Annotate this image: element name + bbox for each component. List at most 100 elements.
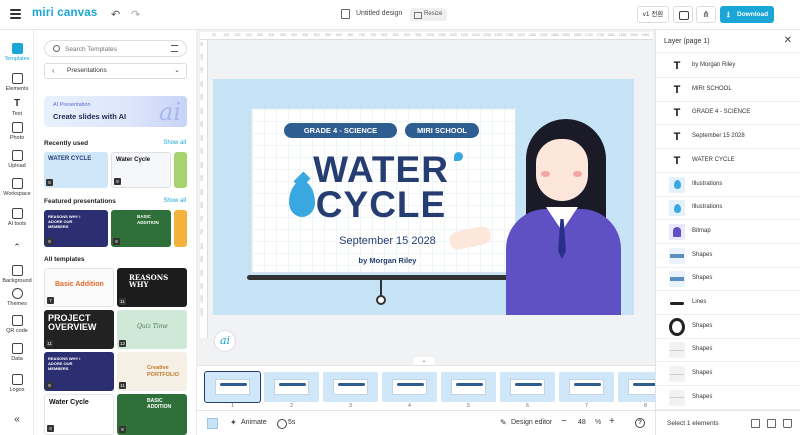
menu-icon[interactable] [10, 9, 21, 19]
search-box[interactable] [44, 40, 187, 57]
rail-item-themes[interactable]: Themes [0, 288, 34, 307]
trash-icon[interactable] [783, 419, 792, 428]
search-input[interactable] [65, 43, 165, 55]
page-number: 5 [467, 403, 470, 409]
shape-layer-icon [669, 366, 685, 383]
download-button[interactable]: Download [720, 6, 774, 23]
page-number: 6 [526, 403, 529, 409]
duplicate-icon[interactable] [767, 419, 776, 428]
template-thumb[interactable]: BASIC ADDITION 8 [111, 210, 171, 247]
layer-row[interactable]: Shapes [656, 338, 800, 363]
page-thumbnail[interactable] [382, 372, 437, 402]
template-thumb[interactable]: WATER CYCLE 8 [44, 152, 108, 188]
zoom-out-button[interactable]: − [561, 416, 567, 427]
layer-row[interactable]: Bitmap [656, 220, 800, 244]
rail-item-logos[interactable]: Logos [0, 374, 34, 393]
water-drop-illustration[interactable] [289, 181, 315, 217]
rail-item-elements[interactable]: Elements [0, 73, 34, 92]
layer-row[interactable]: Shapes [656, 315, 800, 339]
rail-item-photo[interactable]: Photo [0, 122, 34, 141]
ruler-tick-label: 1400 [517, 33, 525, 37]
ai-presentation-banner[interactable]: AI Presentation Create slides with AI ai [44, 96, 187, 127]
layer-row[interactable]: Lines [656, 291, 800, 315]
layer-row[interactable]: Illustrations [656, 173, 800, 197]
page-thumbnail[interactable] [500, 372, 555, 402]
template-thumb[interactable]: REASONS WHY 11 [117, 268, 187, 307]
version-switch-button[interactable]: v1 전환 [637, 6, 669, 23]
layer-row[interactable]: T September 15 2028 [656, 125, 800, 150]
filter-icon[interactable] [171, 45, 178, 52]
zoom-value[interactable]: 48 [578, 419, 586, 426]
selection-count: Select 1 elements [667, 420, 719, 427]
animate-button[interactable]: Animate [230, 418, 267, 427]
page-thumbnail[interactable] [264, 372, 319, 402]
undo-icon[interactable]: ↶ [111, 8, 120, 21]
design-editor-button[interactable]: Design editor [500, 418, 552, 427]
template-thumb[interactable]: REASONS WHY I ADORE OUR MEMBERS 8 [44, 352, 114, 391]
recent-show-all[interactable]: Show all [163, 140, 186, 146]
featured-show-all[interactable]: Show all [163, 198, 186, 204]
template-thumb[interactable]: Quiz Time 12 [117, 310, 187, 349]
document-title[interactable]: Untitled design [356, 10, 402, 17]
camera-icon[interactable] [673, 6, 693, 23]
layer-row[interactable]: Shapes [656, 386, 800, 410]
page-thumbnail[interactable] [204, 371, 261, 403]
template-thumb[interactable]: Water Cycle 8 [44, 394, 114, 435]
ruler-tick-label: 50 [200, 42, 204, 46]
layer-row[interactable]: T WATER CYCLE [656, 149, 800, 173]
close-icon[interactable]: ✕ [784, 35, 792, 46]
page-thumbnail[interactable] [441, 372, 496, 402]
page-thumbnail[interactable] [323, 372, 378, 402]
whiteboard-rail[interactable] [247, 275, 520, 280]
layer-row[interactable]: Shapes [656, 244, 800, 268]
rail-item-data[interactable]: Data [0, 343, 34, 362]
template-thumb[interactable]: PROJECT OVERVIEW 11 [44, 310, 114, 349]
group-icon[interactable] [751, 419, 760, 428]
text-layer-icon: T [673, 83, 681, 96]
help-icon[interactable]: ? [635, 418, 645, 428]
chevron-left-icon[interactable]: ‹ [52, 64, 55, 78]
splash-illustration[interactable] [454, 152, 463, 161]
rail-item-upload[interactable]: Upload [0, 150, 34, 169]
rail-item-qr-code[interactable]: QR code [0, 315, 34, 334]
collapse-panel-icon[interactable]: « [0, 414, 34, 425]
layer-row[interactable]: T MIRI SCHOOL [656, 78, 800, 102]
redo-icon[interactable]: ↷ [131, 8, 140, 21]
layer-row[interactable]: Shapes [656, 362, 800, 387]
layer-row[interactable]: Shapes [656, 267, 800, 292]
rail-item-templates[interactable]: Templates [0, 43, 34, 62]
slide-title-line2[interactable]: CYCLE [311, 184, 451, 226]
template-thumb[interactable] [174, 152, 187, 188]
recent-title: Recently used [44, 140, 89, 147]
slide-canvas[interactable]: GRADE 4 - SCIENCE MIRI SCHOOL WATER CYCL… [213, 79, 634, 315]
template-thumb[interactable]: BASIC ADDITION 8 [117, 394, 187, 435]
layer-row[interactable]: Illustrations [656, 196, 800, 221]
grade-pill[interactable]: GRADE 4 - SCIENCE [284, 123, 397, 138]
layer-row[interactable]: T GRADE 4 - SCIENCE [656, 101, 800, 126]
ruler-tick-label: 850 [392, 33, 399, 37]
resize-button[interactable]: Resize [410, 8, 448, 21]
chevron-up-icon[interactable]: ⌃ [0, 242, 34, 253]
template-thumb[interactable]: Basic Addition 7 [44, 268, 114, 307]
chevron-down-icon[interactable]: ⌄ [413, 357, 435, 365]
layer-row[interactable]: Tby Morgan Riley [656, 54, 800, 78]
zoom-in-button[interactable]: + [609, 416, 615, 427]
template-thumb[interactable]: Water Cycle 8 [111, 152, 171, 188]
category-select[interactable]: ‹ Presentations ⌄ [44, 63, 187, 79]
rail-item-background[interactable]: Background [0, 265, 34, 284]
rail-item-text[interactable]: T Text [0, 98, 34, 117]
ruler-tick-label: 1000 [426, 33, 435, 37]
ruler-tick-label: 250 [257, 33, 264, 37]
ai-assistant-button[interactable]: ai [214, 330, 236, 352]
template-thumb[interactable]: REASONS WHY I ADORE OUR MEMBERS 8 [44, 210, 108, 247]
template-thumb[interactable] [174, 210, 187, 247]
app-logo[interactable]: miri canvas [32, 7, 98, 19]
school-pill[interactable]: MIRI SCHOOL [405, 123, 479, 138]
background-color-swatch[interactable] [207, 418, 218, 429]
rail-item-workspace[interactable]: Workspace [0, 178, 34, 197]
share-icon[interactable]: ⋔ [696, 6, 716, 23]
rail-item-ai-tools[interactable]: AI tools [0, 208, 34, 227]
page-thumbnail[interactable] [559, 372, 614, 402]
timer-button[interactable]: 5s [277, 419, 295, 429]
template-thumb[interactable]: Creative PORTFOLIO 11 [117, 352, 187, 391]
